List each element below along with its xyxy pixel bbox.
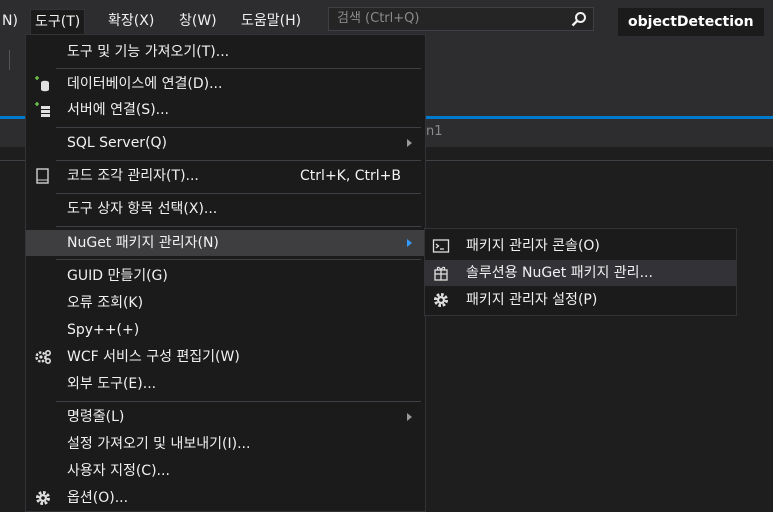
project-name: objectDetection bbox=[618, 8, 764, 36]
submenu-item-label: 솔루션용 NuGet 패키지 관리... bbox=[466, 265, 653, 281]
menu-help[interactable]: 도움말(H) bbox=[237, 10, 305, 32]
menu-item-get-tools[interactable]: 도구 및 기능 가져오기(T)... bbox=[26, 39, 425, 65]
search-icon[interactable] bbox=[571, 11, 587, 27]
menu-item-label: WCF 서비스 구성 편집기(W) bbox=[67, 349, 240, 365]
menu-item-label: 도구 및 기능 가져오기(T)... bbox=[67, 44, 230, 60]
console-icon bbox=[432, 239, 450, 253]
menu-item-label: 외부 도구(E)... bbox=[67, 376, 157, 392]
gear-icon bbox=[36, 491, 50, 505]
menu-item-label: 서버에 연결(S)... bbox=[67, 102, 170, 118]
menu-separator bbox=[56, 127, 421, 128]
database-connect-icon bbox=[35, 76, 49, 92]
document-tab-fragment[interactable]: n1 bbox=[426, 124, 443, 139]
gear-icon bbox=[434, 293, 448, 307]
menu-item-connect-server[interactable]: 서버에 연결(S)... bbox=[26, 97, 425, 123]
menu-item-error-lookup[interactable]: 오류 조회(K) bbox=[26, 290, 425, 316]
menu-item-nuget-manager[interactable]: NuGet 패키지 관리자(N) bbox=[26, 230, 425, 256]
menu-item-sql-server[interactable]: SQL Server(Q) bbox=[26, 130, 425, 156]
menu-item-import-export-settings[interactable]: 설정 가져오기 및 내보내기(I)... bbox=[26, 431, 425, 457]
menu-item-label: 오류 조회(K) bbox=[67, 295, 144, 311]
menu-item-label: 옵션(O)... bbox=[67, 490, 129, 506]
submenu-arrow-icon bbox=[407, 413, 412, 421]
submenu-item-label: 패키지 관리자 설정(P) bbox=[466, 292, 598, 308]
submenu-item-label: 패키지 관리자 콘솔(O) bbox=[466, 238, 600, 254]
menu-separator bbox=[56, 193, 421, 194]
menu-item-spy[interactable]: Spy++(+) bbox=[26, 317, 425, 343]
submenu-item-manage-solution-packages[interactable]: 솔루션용 NuGet 패키지 관리... bbox=[425, 260, 736, 286]
menu-item-choose-toolbox[interactable]: 도구 상자 항목 선택(X)... bbox=[26, 196, 425, 222]
menu-item-code-snippets[interactable]: 코드 조각 관리자(T)... Ctrl+K, Ctrl+B bbox=[26, 163, 425, 189]
search-input[interactable]: 검색 (Ctrl+Q) bbox=[328, 7, 594, 31]
menu-separator bbox=[56, 226, 421, 227]
menu-item-shortcut: Ctrl+K, Ctrl+B bbox=[300, 168, 401, 184]
toolbar-divider bbox=[9, 50, 10, 70]
menu-item-label: GUID 만들기(G) bbox=[67, 268, 168, 284]
menu-item-customize[interactable]: 사용자 지정(C)... bbox=[26, 458, 425, 484]
menu-item-command-line[interactable]: 명령줄(L) bbox=[26, 404, 425, 430]
code-snippet-icon bbox=[36, 168, 49, 184]
submenu-item-package-console[interactable]: 패키지 관리자 콘솔(O) bbox=[425, 233, 736, 259]
package-icon bbox=[434, 266, 448, 281]
menu-item-label: 데이터베이스에 연결(D)... bbox=[67, 76, 223, 92]
menu-extensions[interactable]: 확장(X) bbox=[104, 10, 158, 32]
search-placeholder: 검색 (Ctrl+Q) bbox=[337, 11, 420, 26]
menu-item-options[interactable]: 옵션(O)... bbox=[26, 485, 425, 511]
menu-window[interactable]: 창(W) bbox=[175, 10, 221, 32]
menu-item-wcf-editor[interactable]: WCF 서비스 구성 편집기(W) bbox=[26, 344, 425, 370]
wcf-gear-icon bbox=[35, 349, 52, 365]
menu-item-label: Spy++(+) bbox=[67, 322, 140, 338]
menu-item-external-tools[interactable]: 외부 도구(E)... bbox=[26, 371, 425, 397]
menu-separator bbox=[56, 68, 421, 69]
menu-separator bbox=[56, 160, 421, 161]
tools-dropdown: 도구 및 기능 가져오기(T)... 데이터베이스에 연결(D)... 서버에 … bbox=[25, 34, 426, 512]
menu-separator bbox=[56, 259, 421, 260]
submenu-item-package-settings[interactable]: 패키지 관리자 설정(P) bbox=[425, 287, 736, 313]
menu-separator bbox=[56, 401, 421, 402]
menu-tools[interactable]: 도구(T) bbox=[30, 9, 86, 36]
menu-item-label: SQL Server(Q) bbox=[67, 135, 168, 151]
menu-item-label: 사용자 지정(C)... bbox=[67, 463, 170, 479]
menu-item-label: 코드 조각 관리자(T)... bbox=[67, 168, 199, 184]
submenu-arrow-icon bbox=[407, 139, 412, 147]
menu-item-label: 명령줄(L) bbox=[67, 409, 125, 425]
menu-item-connect-database[interactable]: 데이터베이스에 연결(D)... bbox=[26, 71, 425, 97]
nuget-submenu: 패키지 관리자 콘솔(O) 솔루션용 NuGet 패키지 관리... 패키지 관… bbox=[424, 228, 737, 316]
server-connect-icon bbox=[35, 102, 50, 117]
menu-item-label: 설정 가져오기 및 내보내기(I)... bbox=[67, 436, 251, 452]
submenu-arrow-icon bbox=[407, 239, 412, 247]
menu-item-label: 도구 상자 항목 선택(X)... bbox=[67, 201, 218, 217]
menu-item-label: NuGet 패키지 관리자(N) bbox=[67, 235, 219, 251]
menu-file-partial[interactable]: N) bbox=[0, 10, 22, 32]
menu-item-create-guid[interactable]: GUID 만들기(G) bbox=[26, 263, 425, 289]
